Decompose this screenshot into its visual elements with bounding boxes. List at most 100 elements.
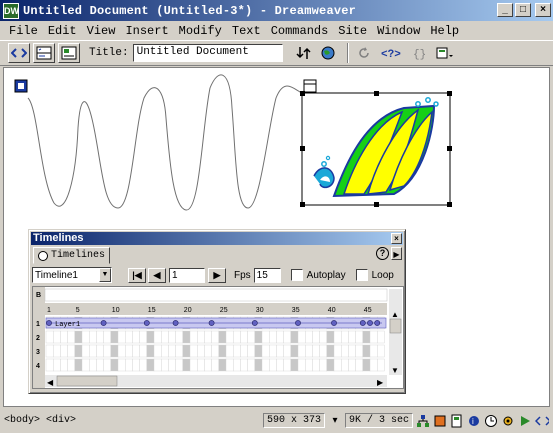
menu-view[interactable]: View	[82, 24, 121, 38]
design-view-button[interactable]	[58, 43, 80, 63]
file-management-button[interactable]	[292, 43, 315, 63]
timelines-panel-title: Timelines	[33, 232, 84, 244]
layer-bar-label: Layer1	[55, 321, 80, 329]
keyframe-marker[interactable]	[100, 320, 107, 326]
svg-text:{}: {}	[413, 49, 426, 60]
code-inspector-icon[interactable]	[535, 414, 549, 428]
window-title: Untitled Document (Untitled-3*) - Dreamw…	[23, 3, 357, 18]
keyframe-marker[interactable]	[367, 320, 373, 326]
curly-braces-icon: {}	[413, 49, 426, 60]
file-transfer-icon	[296, 47, 311, 59]
vertical-scroll-thumb[interactable]	[389, 318, 402, 334]
timeline-grid-drawing: B 1 5 10 15 20 25 30 35 40 45 1234Layer1 ◀ ▶ ▲	[33, 287, 402, 388]
design-canvas[interactable]: Timelines × Timelines ? ▶ Timeline1 ▼ |◀…	[3, 67, 550, 407]
keyframe-marker[interactable]	[374, 320, 381, 326]
window-titlebar: DW Untitled Document (Untitled-3*) - Dre…	[0, 0, 553, 21]
code-navigation-button[interactable]: {}	[408, 43, 431, 63]
view-options-button[interactable]	[433, 43, 456, 63]
animation-motion-path	[27, 74, 303, 211]
split-view-button[interactable]	[33, 43, 55, 63]
channel-number-label: 3	[36, 349, 40, 356]
help-icon[interactable]: ?	[376, 247, 389, 260]
scroll-up-icon: ▲	[391, 310, 399, 319]
refresh-icon	[358, 47, 369, 58]
scroll-right-icon: ▶	[377, 378, 384, 387]
timeline-status-icon[interactable]	[484, 414, 498, 428]
reference-icon: <?>	[381, 49, 401, 60]
timeline-grid[interactable]: B 1 5 10 15 20 25 30 35 40 45 1 2 3 4 Layer1 ◀ ▶ ▲	[32, 286, 404, 389]
timeline-controls: Timeline1 ▼ |◀ ◀ 1 ▶ Fps 15 Autoplay Loo…	[32, 266, 404, 284]
refresh-design-button[interactable]	[352, 43, 375, 63]
code-view-icon	[11, 48, 27, 58]
toolbar-separator	[346, 43, 349, 63]
channel-number-label: 2	[36, 335, 40, 342]
site-map-icon[interactable]	[416, 414, 430, 428]
preview-browser-button[interactable]	[317, 43, 340, 63]
keyframe-marker[interactable]	[172, 320, 179, 326]
tab-timelines[interactable]: Timelines	[33, 247, 111, 264]
close-button[interactable]: ×	[535, 3, 551, 17]
fps-input[interactable]: 15	[253, 267, 281, 283]
menu-modify[interactable]: Modify	[174, 24, 227, 38]
frame-number-label: 1	[47, 307, 51, 314]
html-styles-icon[interactable]	[450, 414, 464, 428]
timeline-channels: 1 2 3 4 Layer1	[36, 316, 387, 372]
frame-number-label: 40	[328, 307, 336, 314]
menu-site[interactable]: Site	[333, 24, 372, 38]
keyframe-marker[interactable]	[359, 320, 366, 326]
menu-window[interactable]: Window	[372, 24, 425, 38]
tag-selector[interactable]: <body> <div>	[4, 415, 76, 426]
code-view-button[interactable]	[8, 43, 30, 63]
menu-file[interactable]: File	[4, 24, 43, 38]
menu-insert[interactable]: Insert	[120, 24, 173, 38]
window-size-menu[interactable]: 590 x 373	[262, 413, 325, 428]
status-bar: <body> <div> 590 x 373 ▾ 9K / 3 sec i	[0, 408, 553, 433]
keyframe-marker[interactable]	[208, 320, 215, 326]
loop-checkbox[interactable]	[355, 269, 368, 281]
title-input[interactable]: Untitled Document	[132, 44, 283, 62]
channel-number-label: 4	[36, 363, 40, 370]
behaviors-channel-label: B	[36, 292, 41, 299]
channel-number-label: 1	[36, 321, 40, 328]
assets-icon[interactable]	[433, 414, 447, 428]
download-time: 9K / 3 sec	[344, 413, 413, 428]
timeline-select[interactable]: Timeline1 ▼	[32, 267, 112, 283]
autoplay-label: Autoplay	[306, 269, 346, 281]
menu-edit[interactable]: Edit	[43, 24, 82, 38]
frame-number-label: 25	[220, 307, 228, 314]
keyframe-marker[interactable]	[331, 320, 337, 326]
frame-number-input[interactable]: 1	[169, 267, 205, 283]
rewind-button[interactable]: |◀	[128, 267, 146, 283]
menu-commands[interactable]: Commands	[266, 24, 334, 38]
fps-label: Fps	[234, 269, 251, 281]
menu-help[interactable]: Help	[425, 24, 464, 38]
window-controls: _ □ ×	[497, 3, 551, 17]
play-triangle-icon[interactable]	[518, 414, 532, 428]
frame-number-label: 20	[184, 307, 192, 314]
keyframe-marker[interactable]	[251, 320, 258, 326]
settings-gear-icon[interactable]	[501, 414, 515, 428]
keyframe-marker[interactable]	[295, 320, 301, 326]
scroll-left-icon: ◀	[47, 378, 54, 387]
back-button[interactable]: ◀	[148, 267, 166, 283]
frame-number-label: 35	[292, 307, 300, 314]
keyframe-marker[interactable]	[143, 320, 150, 326]
window-size-chevron-icon[interactable]: ▾	[328, 414, 342, 428]
panel-options-menu-icon[interactable]: ▶	[391, 247, 402, 260]
behaviors-icon[interactable]: i	[467, 414, 481, 428]
frame-number-label: 15	[148, 307, 156, 314]
maximize-button[interactable]: □	[515, 3, 531, 17]
timelines-panel-titlebar[interactable]: Timelines ×	[31, 232, 403, 245]
keyframe-marker[interactable]	[46, 320, 52, 326]
autoplay-checkbox[interactable]	[290, 269, 303, 281]
tab-timelines-label: Timelines	[51, 250, 106, 261]
svg-text:i: i	[472, 417, 474, 426]
reference-button[interactable]: <?>	[377, 43, 406, 63]
panel-close-button[interactable]: ×	[391, 233, 402, 244]
menu-text[interactable]: Text	[227, 24, 266, 38]
play-button[interactable]: ▶	[208, 267, 226, 283]
horizontal-scroll-thumb[interactable]	[56, 375, 118, 387]
layer-anchor-icon[interactable]	[14, 79, 28, 93]
split-view-icon	[36, 46, 52, 60]
minimize-button[interactable]: _	[497, 3, 513, 17]
